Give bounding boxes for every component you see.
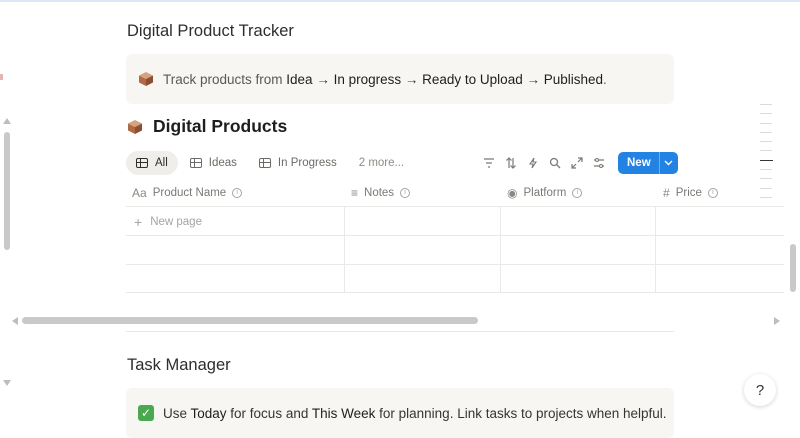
table-view-icon (136, 158, 148, 168)
sort-icon[interactable] (500, 152, 522, 174)
info-icon[interactable]: i (400, 188, 411, 198)
outline-item[interactable] (760, 169, 772, 171)
table-divider (126, 235, 784, 236)
sidebar-scrollbar[interactable] (0, 118, 14, 394)
section-divider (126, 331, 674, 332)
outline-item[interactable] (760, 150, 772, 152)
callout-text: Use Today for focus and This Week for pl… (163, 405, 667, 421)
outline-item[interactable] (760, 131, 772, 133)
tab-in-progress[interactable]: In Progress (249, 151, 347, 175)
expand-icon[interactable] (566, 152, 588, 174)
help-question-icon: ? (755, 381, 765, 399)
outline-item[interactable] (760, 196, 772, 198)
left-edge-marker (0, 74, 3, 80)
scroll-left-arrow-icon[interactable] (12, 317, 18, 325)
tab-all[interactable]: All (126, 151, 178, 175)
column-header-platform[interactable]: ◉ Platform i (507, 180, 583, 206)
package-icon (139, 72, 153, 86)
callout-task-manager[interactable]: ✓ Use Today for focus and This Week for … (126, 388, 674, 438)
column-divider (500, 206, 501, 293)
table-view-icon (258, 158, 271, 168)
text-property-icon: ≡ (351, 186, 359, 200)
info-icon[interactable]: i (707, 188, 718, 198)
tab-more-views[interactable]: 2 more... (349, 151, 414, 175)
view-tabs: All Ideas In Progress 2 more... (126, 151, 416, 175)
outline-item[interactable] (760, 187, 772, 189)
database-title-text: Digital Products (153, 116, 288, 136)
info-icon[interactable]: i (572, 188, 583, 198)
column-header-notes[interactable]: ≡ Notes i (351, 180, 411, 206)
column-divider (344, 206, 345, 293)
column-divider (655, 206, 656, 293)
outline-item[interactable] (760, 113, 772, 115)
number-property-icon: # (663, 186, 670, 200)
info-icon[interactable]: i (232, 188, 243, 198)
table-horizontal-scrollbar[interactable] (12, 316, 782, 326)
window-top-edge (0, 0, 800, 2)
table-divider (126, 292, 784, 293)
outline-item[interactable] (760, 122, 772, 124)
outline-item-active[interactable] (760, 159, 773, 161)
select-property-icon: ◉ (507, 186, 518, 200)
table-divider (126, 264, 784, 265)
column-header-price[interactable]: # Price i (663, 180, 718, 206)
chevron-down-icon[interactable] (660, 152, 678, 174)
outline-item[interactable] (760, 104, 772, 105)
package-icon (128, 119, 142, 134)
page-scrollbar-thumb[interactable] (790, 244, 796, 292)
callout-text: Track products from Idea → In progress →… (163, 71, 607, 87)
scroll-right-arrow-icon[interactable] (774, 317, 780, 325)
new-record-button[interactable]: New (618, 152, 678, 174)
tab-ideas[interactable]: Ideas (180, 151, 247, 175)
column-header-product-name[interactable]: Aa Product Name i (132, 180, 243, 206)
outline-item[interactable] (760, 141, 772, 143)
table-divider (126, 206, 784, 207)
plus-icon: + (134, 214, 143, 230)
settings-sliders-icon[interactable] (588, 152, 610, 174)
scroll-down-arrow-icon[interactable] (3, 380, 11, 386)
section-heading-task-manager: Task Manager (127, 356, 231, 374)
section-heading-product-tracker: Digital Product Tracker (127, 22, 294, 40)
page-outline[interactable] (760, 104, 774, 206)
title-property-icon: Aa (132, 186, 147, 200)
callout-product-tracker[interactable]: Track products from Idea → In progress →… (126, 54, 674, 104)
scroll-up-arrow-icon[interactable] (3, 118, 11, 124)
automation-lightning-icon[interactable] (522, 152, 544, 174)
horizontal-scrollbar-thumb[interactable] (22, 317, 478, 324)
scrollbar-thumb[interactable] (4, 132, 10, 250)
database-toolbar: New (478, 152, 678, 174)
filter-icon[interactable] (478, 152, 500, 174)
check-mark-icon: ✓ (138, 405, 154, 421)
database-title[interactable]: Digital Products (127, 116, 287, 137)
new-page-row[interactable]: + New page (134, 214, 202, 230)
search-icon[interactable] (544, 152, 566, 174)
outline-item[interactable] (760, 178, 772, 180)
table-view-icon (189, 158, 202, 168)
help-button[interactable]: ? (744, 374, 776, 406)
